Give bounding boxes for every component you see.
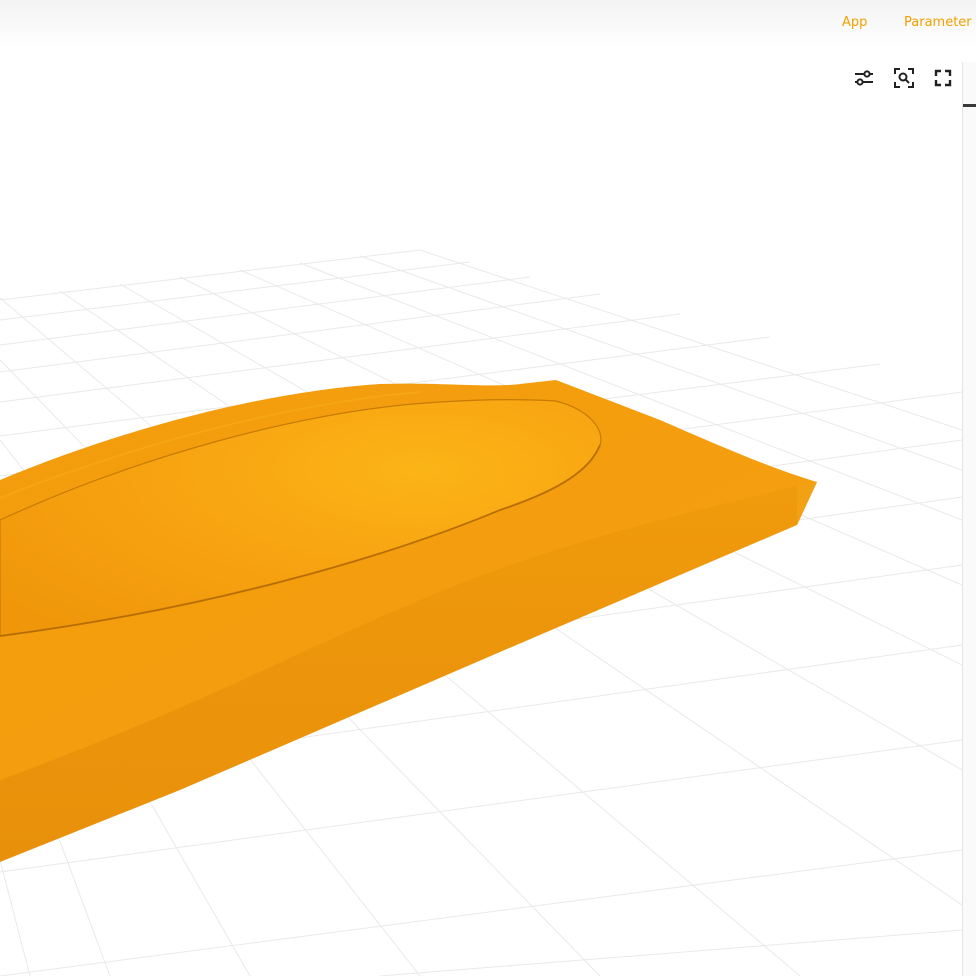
fullscreen-button[interactable] — [929, 66, 957, 94]
top-navigation-bar: App Parameter C — [0, 0, 976, 48]
nav-link-app[interactable]: App — [842, 15, 867, 30]
view-settings-button[interactable] — [850, 66, 878, 94]
fullscreen-icon — [932, 67, 954, 93]
3d-viewport[interactable] — [0, 48, 962, 976]
side-panel-tab-indicator — [963, 104, 976, 107]
zoom-to-fit-icon — [892, 66, 916, 94]
collapsed-side-panel[interactable] — [962, 62, 976, 976]
scene-canvas[interactable] — [0, 48, 962, 976]
nav-link-parameters[interactable]: Parameter C — [904, 15, 976, 30]
zoom-to-fit-button[interactable] — [890, 66, 918, 94]
app-root: App Parameter C — [0, 0, 976, 976]
sliders-icon — [852, 66, 876, 94]
